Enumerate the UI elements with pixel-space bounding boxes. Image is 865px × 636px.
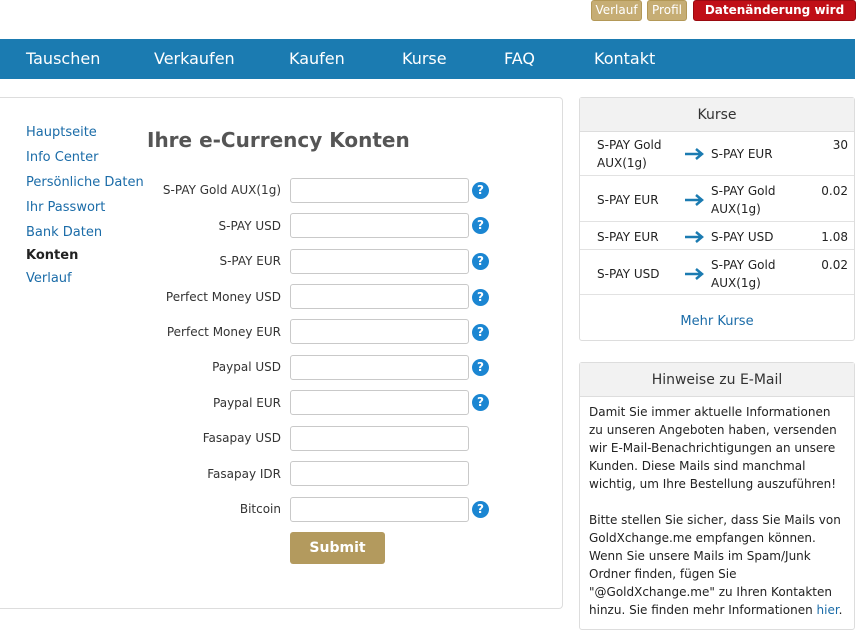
- help-icon[interactable]: ?: [472, 501, 489, 518]
- sidebar-item-hauptseite[interactable]: Hauptseite: [26, 125, 97, 140]
- status-button[interactable]: Datenänderung wird geprüft: [693, 0, 856, 36]
- field-label: Paypal EUR: [213, 396, 281, 410]
- email-notice-text: Damit Sie immer aktuelle Informationen z…: [589, 403, 845, 636]
- perfect-money-usd-input[interactable]: [290, 284, 469, 309]
- email-notice-paragraph: Damit Sie immer aktuelle Informationen z…: [589, 405, 837, 491]
- divider: [580, 175, 854, 176]
- spay-usd-input[interactable]: [290, 213, 469, 238]
- email-notice-text-part: Bitte stellen Sie sicher, dass Sie Mails…: [589, 513, 841, 617]
- rate-from: S-PAY EUR: [597, 230, 659, 244]
- arrow-right-icon: [685, 231, 704, 243]
- arrow-right-icon: [685, 194, 704, 206]
- nav-tauschen[interactable]: Tauschen: [26, 39, 100, 79]
- rate-from: S-PAY Gold AUX(1g): [597, 138, 662, 170]
- nav-faq[interactable]: FAQ: [504, 39, 535, 79]
- email-notice-box: Hinweise zu E-Mail Damit Sie immer aktue…: [579, 362, 855, 630]
- spay-gold-input[interactable]: [290, 178, 469, 203]
- email-notice-title: Hinweise zu E-Mail: [580, 363, 854, 397]
- main-panel: [0, 97, 563, 609]
- help-icon[interactable]: ?: [472, 394, 489, 411]
- nav-verkaufen[interactable]: Verkaufen: [154, 39, 235, 79]
- nav-kontakt[interactable]: Kontakt: [594, 39, 655, 79]
- field-label: Paypal USD: [212, 360, 281, 374]
- profile-button[interactable]: Profil: [647, 0, 687, 21]
- nav-kaufen[interactable]: Kaufen: [289, 39, 345, 79]
- divider: [580, 249, 854, 250]
- rates-title: Kurse: [580, 98, 854, 132]
- arrow-right-icon: [685, 148, 704, 160]
- help-icon[interactable]: ?: [472, 289, 489, 306]
- paypal-eur-input[interactable]: [290, 390, 469, 415]
- field-label: Bitcoin: [239, 502, 281, 516]
- arrow-right-icon: [685, 268, 704, 280]
- rate-value: 0.02: [821, 184, 848, 198]
- nav-kurse[interactable]: Kurse: [402, 39, 447, 79]
- main-nav: Tauschen Verkaufen Kaufen Kurse FAQ Kont…: [0, 39, 855, 79]
- sidebar-item-passwort[interactable]: Ihr Passwort: [26, 200, 105, 215]
- field-label: Perfect Money EUR: [166, 325, 281, 339]
- help-icon[interactable]: ?: [472, 182, 489, 199]
- rate-to: S-PAY EUR: [711, 147, 773, 161]
- sidebar-item-persoenliche-daten[interactable]: Persönliche Daten: [26, 175, 144, 190]
- help-icon[interactable]: ?: [472, 324, 489, 341]
- page-title: Ihre e-Currency Konten: [147, 128, 410, 152]
- rate-value: 0.02: [821, 258, 848, 272]
- email-notice-period: .: [838, 603, 843, 617]
- paypal-usd-input[interactable]: [290, 355, 469, 380]
- sidebar-item-info-center[interactable]: Info Center: [26, 150, 99, 165]
- rates-box: Kurse S-PAY Gold AUX(1g) S-PAY EUR 30 S-…: [579, 97, 855, 341]
- rate-from: S-PAY EUR: [597, 193, 659, 207]
- more-rates-link[interactable]: Mehr Kurse: [580, 314, 854, 329]
- divider: [580, 294, 854, 295]
- help-icon[interactable]: ?: [472, 217, 489, 234]
- history-button[interactable]: Verlauf: [591, 0, 642, 21]
- perfect-money-eur-input[interactable]: [290, 319, 469, 344]
- field-label: Fasapay IDR: [207, 467, 281, 481]
- field-label: S-PAY Gold AUX(1g): [162, 183, 281, 197]
- fasapay-idr-input[interactable]: [290, 461, 469, 486]
- help-icon[interactable]: ?: [472, 253, 489, 270]
- bitcoin-input[interactable]: [290, 497, 469, 522]
- more-info-link[interactable]: hier: [817, 603, 839, 617]
- sidebar-item-verlauf[interactable]: Verlauf: [26, 271, 72, 286]
- rate-from: S-PAY USD: [597, 267, 660, 281]
- rate-value: 30: [832, 138, 848, 152]
- field-label: S-PAY USD: [218, 219, 281, 233]
- rate-to: S-PAY USD: [711, 230, 774, 244]
- rate-value: 1.08: [821, 230, 848, 244]
- rate-to: S-PAY Gold AUX(1g): [711, 258, 776, 290]
- field-label: S-PAY EUR: [219, 254, 281, 268]
- fasapay-usd-input[interactable]: [290, 426, 469, 451]
- help-icon[interactable]: ?: [472, 359, 489, 376]
- rate-to: S-PAY Gold AUX(1g): [711, 184, 776, 216]
- sidebar-item-bank-daten[interactable]: Bank Daten: [26, 225, 102, 240]
- spay-eur-input[interactable]: [290, 249, 469, 274]
- field-label: Perfect Money USD: [165, 290, 281, 304]
- email-notice-paragraph: Bitte stellen Sie sicher, dass Sie Mails…: [589, 511, 845, 619]
- field-label: Fasapay USD: [202, 431, 281, 445]
- submit-button[interactable]: Submit: [290, 532, 385, 564]
- sidebar-item-konten: Konten: [26, 248, 79, 263]
- divider: [580, 221, 854, 222]
